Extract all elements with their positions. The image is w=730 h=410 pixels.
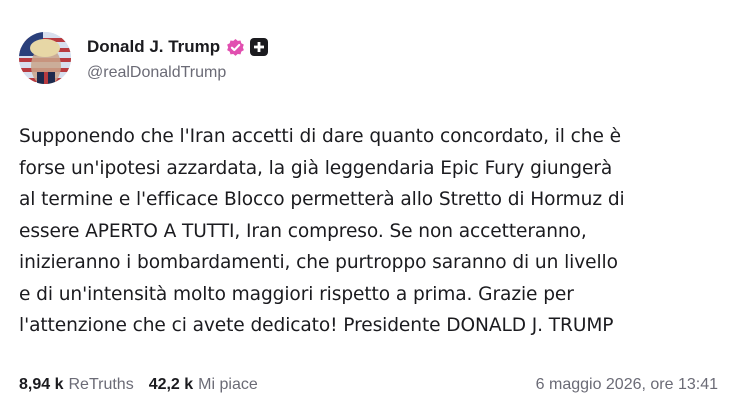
post-text: Supponendo che l'Iran accetti di dare qu… <box>19 126 625 336</box>
post-footer: 8,94 k ReTruths 42,2 k Mi piace 6 maggio… <box>19 374 718 396</box>
retruths-count: 8,94 k <box>19 376 64 393</box>
avatar[interactable] <box>19 32 71 84</box>
retruths-stat[interactable]: 8,94 k ReTruths <box>19 376 134 394</box>
likes-count: 42,2 k <box>148 376 194 393</box>
likes-label: Mi piace <box>198 376 258 393</box>
retruths-label: ReTruths <box>68 376 134 393</box>
author-handle[interactable]: @realDonaldTrump <box>87 64 226 82</box>
post-card: Donald J. Trump @realDonaldTrump Suppone… <box>0 0 730 410</box>
verified-badge-icon <box>226 38 245 57</box>
display-name[interactable]: Donald J. Trump <box>87 37 220 57</box>
likes-stat[interactable]: 42,2 k Mi piace <box>149 376 258 394</box>
post-timestamp[interactable]: 6 maggio 2026, ore 13:41 <box>536 376 718 394</box>
plus-badge-icon <box>250 38 269 56</box>
author-name-row: Donald J. Trump <box>87 36 269 58</box>
